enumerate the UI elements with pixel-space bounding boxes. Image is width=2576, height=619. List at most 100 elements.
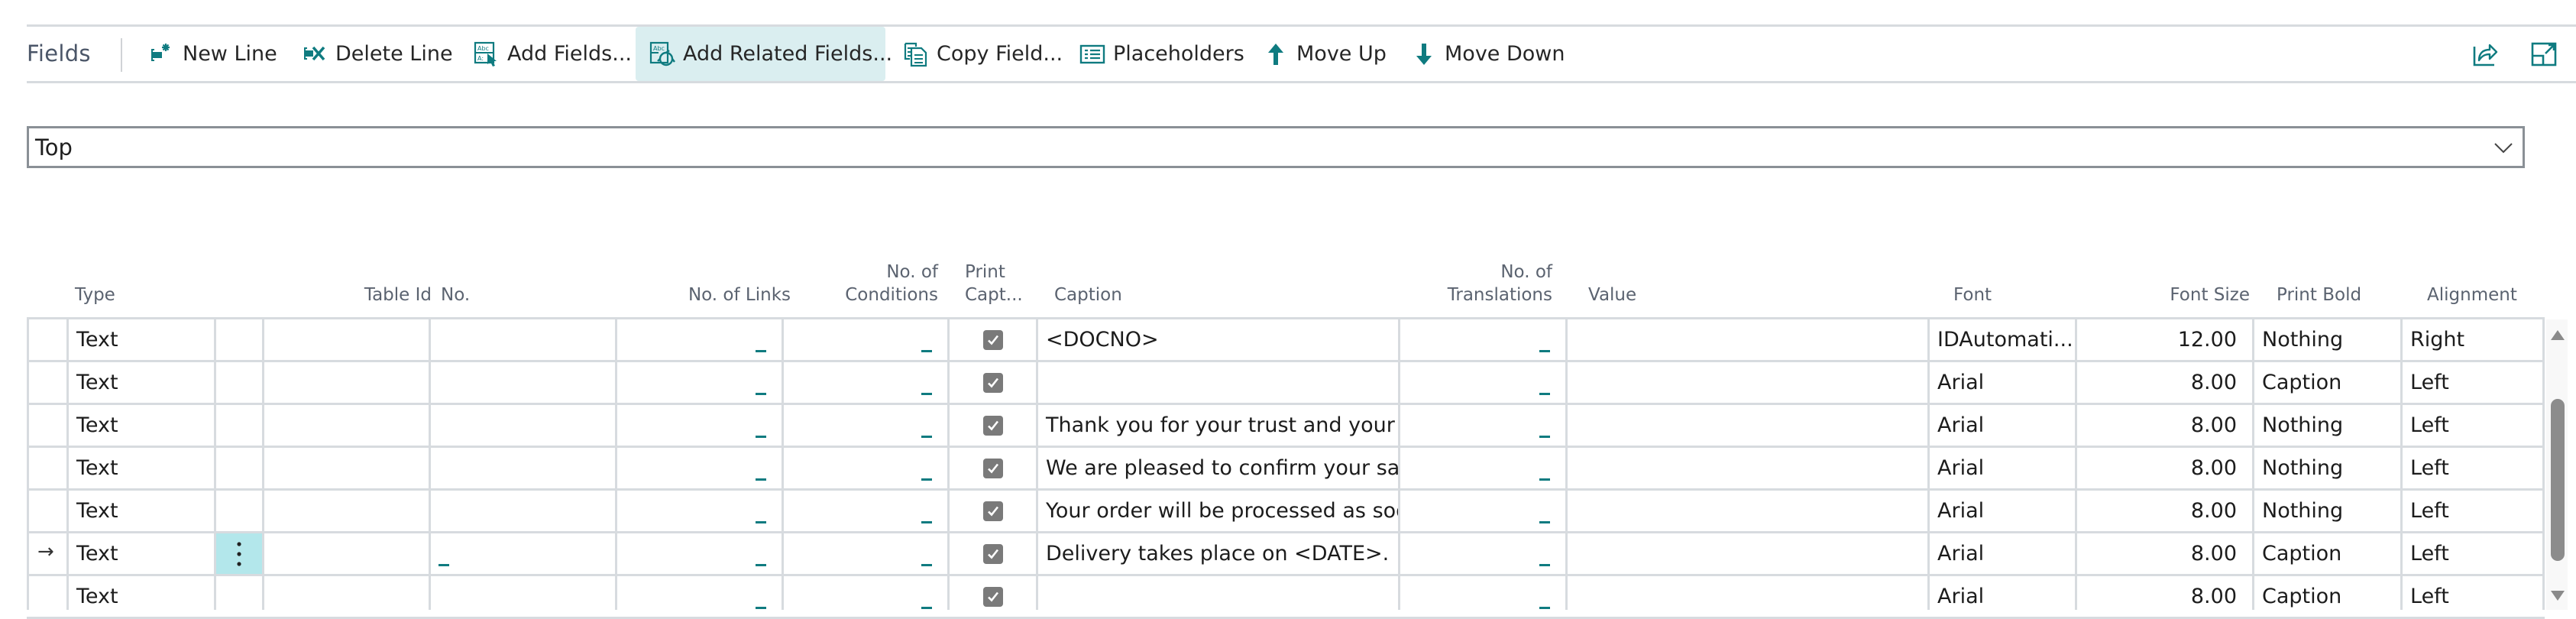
cell-font[interactable]: Arial — [1930, 576, 2075, 617]
cell-type[interactable]: Text — [69, 533, 214, 574]
cell-table-id[interactable] — [262, 448, 429, 488]
table-row[interactable]: Text Arial 8.00 Caption Left — [27, 576, 2545, 619]
cell-font[interactable]: Arial — [1930, 448, 2075, 488]
print-caption-checkbox[interactable] — [982, 586, 1003, 607]
cell-value[interactable] — [1568, 405, 1927, 446]
drilldown-link[interactable] — [921, 478, 932, 481]
cell-value[interactable] — [1568, 362, 1927, 403]
cell-font[interactable]: Arial — [1930, 405, 2075, 446]
print-caption-checkbox[interactable] — [982, 415, 1003, 436]
cell-no[interactable] — [431, 448, 615, 488]
cell-print-caption[interactable] — [950, 576, 1036, 617]
cell-font[interactable]: Arial — [1930, 362, 2075, 403]
table-row[interactable]: Text Arial 8.00 Caption Left — [27, 362, 2545, 405]
drilldown-link[interactable] — [921, 436, 932, 438]
drilldown-link[interactable] — [1539, 393, 1550, 395]
cell-print-caption[interactable] — [950, 319, 1036, 360]
drilldown-link[interactable] — [1539, 478, 1550, 481]
print-caption-checkbox[interactable] — [982, 543, 1003, 564]
drilldown-link[interactable] — [1539, 607, 1550, 609]
column-header-caption[interactable]: Caption — [1054, 284, 1122, 306]
column-header-font-size[interactable]: Font Size — [2150, 284, 2250, 306]
cell-no-of-translations[interactable] — [1400, 448, 1565, 488]
column-header-type[interactable]: Type — [75, 284, 115, 306]
drilldown-link[interactable] — [756, 478, 766, 481]
grid-scrollbar[interactable] — [2546, 319, 2568, 610]
cell-caption[interactable]: <DOCNO> — [1038, 319, 1398, 360]
cell-font-size[interactable]: 8.00 — [2077, 405, 2252, 446]
column-header-table-id[interactable]: Table Id — [332, 284, 432, 306]
cell-print-caption[interactable] — [950, 362, 1036, 403]
cell-no[interactable] — [431, 405, 615, 446]
cell-print-bold[interactable]: Caption — [2254, 533, 2400, 574]
cell-caption[interactable] — [1038, 576, 1398, 617]
cell-no-of-translations[interactable] — [1400, 319, 1565, 360]
cell-value[interactable] — [1568, 319, 1927, 360]
cell-font[interactable]: Arial — [1930, 491, 2075, 531]
cell-no-of-links[interactable] — [617, 448, 782, 488]
drilldown-link[interactable] — [756, 564, 766, 566]
cell-font[interactable]: IDAutomati... — [1930, 319, 2075, 360]
column-header-print-bold[interactable]: Print Bold — [2277, 284, 2361, 306]
drilldown-link[interactable] — [1539, 564, 1550, 566]
cell-type[interactable]: Text — [69, 405, 214, 446]
cell-table-id[interactable] — [262, 405, 429, 446]
cell-no-of-conditions[interactable] — [784, 491, 947, 531]
cell-no[interactable] — [431, 491, 615, 531]
column-header-no[interactable]: No. — [441, 284, 470, 306]
cell-table-id[interactable] — [262, 576, 429, 617]
cell-no-of-links[interactable] — [617, 362, 782, 403]
print-caption-checkbox[interactable] — [982, 501, 1003, 521]
cell-no-of-translations[interactable] — [1400, 576, 1565, 617]
cell-print-caption[interactable] — [950, 533, 1036, 574]
cell-alignment[interactable]: Left — [2403, 576, 2542, 617]
cell-no[interactable] — [431, 576, 615, 617]
cell-table-id[interactable] — [262, 533, 429, 574]
cell-type[interactable]: Text — [69, 448, 214, 488]
cell-caption[interactable]: Your order will be processed as soo... — [1038, 491, 1398, 531]
cell-caption[interactable]: Delivery takes place on <DATE>. — [1038, 533, 1398, 574]
drilldown-link[interactable] — [439, 564, 449, 566]
cell-font-size[interactable]: 12.00 — [2077, 319, 2252, 360]
column-header-print-caption[interactable]: Print Capt... — [965, 261, 1023, 306]
cell-no[interactable] — [431, 319, 615, 360]
drilldown-link[interactable] — [756, 607, 766, 609]
column-header-no-of-conditions[interactable]: No. of Conditions — [798, 261, 938, 306]
cell-caption[interactable] — [1038, 362, 1398, 403]
cell-print-caption[interactable] — [950, 448, 1036, 488]
drilldown-link[interactable] — [756, 436, 766, 438]
cell-print-bold[interactable]: Nothing — [2254, 448, 2400, 488]
cell-print-caption[interactable] — [950, 405, 1036, 446]
table-row[interactable]: Text Thank you for your trust and your ..… — [27, 405, 2545, 448]
cell-font[interactable]: Arial — [1930, 533, 2075, 574]
print-caption-checkbox[interactable] — [982, 458, 1003, 478]
drilldown-link[interactable] — [1539, 521, 1550, 523]
cell-print-bold[interactable]: Nothing — [2254, 319, 2400, 360]
drilldown-link[interactable] — [756, 350, 766, 352]
cell-print-caption[interactable] — [950, 491, 1036, 531]
cell-alignment[interactable]: Left — [2403, 491, 2542, 531]
cell-alignment[interactable]: Left — [2403, 362, 2542, 403]
drilldown-link[interactable] — [921, 350, 932, 352]
cell-print-bold[interactable]: Nothing — [2254, 491, 2400, 531]
cell-print-bold[interactable]: Caption — [2254, 576, 2400, 617]
cell-no-of-links[interactable] — [617, 405, 782, 446]
cell-no-of-links[interactable] — [617, 319, 782, 360]
cell-alignment[interactable]: Left — [2403, 448, 2542, 488]
column-header-value[interactable]: Value — [1588, 284, 1636, 306]
column-header-font[interactable]: Font — [1953, 284, 1992, 306]
drilldown-link[interactable] — [921, 564, 932, 566]
cell-caption[interactable]: Thank you for your trust and your ... — [1038, 405, 1398, 446]
cell-value[interactable] — [1568, 448, 1927, 488]
table-row[interactable]: → Text Delivery takes place on <DATE>. Aria… — [27, 533, 2545, 576]
cell-no-of-conditions[interactable] — [784, 405, 947, 446]
cell-table-id[interactable] — [262, 362, 429, 403]
table-row[interactable]: Text We are pleased to confirm your sal..… — [27, 448, 2545, 491]
cell-alignment[interactable]: Left — [2403, 533, 2542, 574]
cell-table-id[interactable] — [262, 319, 429, 360]
cell-font-size[interactable]: 8.00 — [2077, 491, 2252, 531]
cell-type[interactable]: Text — [69, 576, 214, 617]
scroll-up-icon[interactable] — [2551, 330, 2565, 340]
cell-table-id[interactable] — [262, 491, 429, 531]
cell-font-size[interactable]: 8.00 — [2077, 362, 2252, 403]
